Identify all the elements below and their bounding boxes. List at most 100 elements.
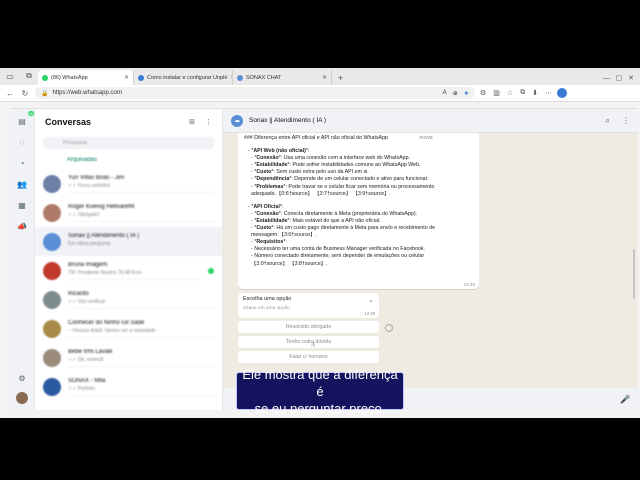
sidebar-header: Conversas ⊞ ⋮ — [35, 109, 222, 135]
collections-icon[interactable]: ⧉ — [520, 89, 525, 97]
url-field[interactable]: 🔒 https://web.whatsapp.com A ⊕ ★ — [35, 87, 475, 99]
options-subtitle: Clique em uma opção — [243, 306, 290, 311]
profile-avatar[interactable] — [557, 88, 568, 98]
message-time: 12:40 — [364, 311, 375, 316]
extensions-icon[interactable]: ⚙ — [480, 89, 486, 97]
message-time: 12:40 — [463, 281, 475, 287]
new-tab-button[interactable]: + — [332, 70, 349, 85]
option-outra-duvida-button[interactable]: Tenho outra dúvida — [238, 336, 379, 348]
options-list-message[interactable]: Escolha uma opção Clique em uma opção ⌄ … — [238, 293, 379, 318]
tab-label: SONAX CHAT — [246, 74, 282, 81]
close-tab-icon[interactable]: ✕ — [322, 74, 327, 81]
microphone-icon[interactable]: 🎤 — [620, 395, 630, 404]
chat-list-panel: Conversas ⊞ ⋮ Pesquisar Arquivadas Yuri … — [35, 109, 223, 410]
close-tab-icon[interactable]: ✕ — [124, 74, 129, 81]
status-icon[interactable]: ◌ — [16, 136, 28, 148]
chat-list-item[interactable]: Ricardo ✓✓ Vou verificar — [35, 285, 222, 314]
mouse-pointer-icon: ☝ — [311, 342, 316, 349]
tab-whatsapp[interactable]: (86) WhatsApp ✕ — [38, 70, 134, 85]
new-chat-icon[interactable]: ⊞ — [189, 118, 195, 126]
requirement-line: - Número conectado diretamente, sem depe… — [251, 253, 425, 260]
bullet-line: - *Custo*: Sem custo extra pelo uso da A… — [251, 169, 369, 176]
requisitos-heading: - *Requisitos*: — [251, 239, 287, 246]
chat-list-item[interactable]: Bebe Irmi Lavalli ✓✓ Ok, entendi — [35, 343, 222, 372]
tab-label: (86) WhatsApp — [51, 74, 88, 81]
avatar[interactable] — [16, 392, 28, 404]
chat-name: Sonax || Atendimento ( IA ) — [68, 232, 140, 239]
search-icon[interactable]: ⌕ — [606, 116, 610, 126]
archived-chats[interactable]: Arquivadas — [35, 151, 222, 169]
caption-line-1: Ele mostra que a diferença é — [242, 366, 398, 399]
media-icon[interactable]: ▦ — [16, 199, 28, 211]
chat-list-item[interactable]: Bruna Imagem TM: Pendente Nucleo 78:48 En… — [35, 256, 222, 285]
chats-icon[interactable]: ▤ 86 — [16, 111, 34, 127]
chevron-down-icon[interactable]: ⌄ — [368, 296, 374, 304]
downloads-icon[interactable]: ⬇ — [532, 89, 538, 97]
tab-label: Como instalar e configurar Unplé — [147, 74, 228, 81]
contact-name[interactable]: Sonax || Atendimento ( IA ) — [249, 117, 326, 124]
lock-icon: 🔒 — [41, 90, 49, 97]
search-input[interactable]: Pesquisar — [43, 137, 214, 149]
back-icon[interactable]: ← — [5, 89, 15, 98]
chat-preview: Em ótima pergunta — [68, 240, 111, 247]
sources-line: adequado.【0:6†source】 【3:7†source】 【3:9†… — [251, 190, 391, 197]
chat-list: Yuri Villas Boas - Jim ✓✓ Ficou certinho!… — [35, 169, 222, 401]
page-favicon-icon — [138, 74, 144, 81]
sidebar-toggle-icon[interactable]: ▭ — [3, 69, 17, 83]
settings-icon[interactable]: ⚙ — [16, 372, 28, 384]
unread-badge: 86 — [27, 111, 34, 116]
bullet-line: - *Estabilidade*: Pode sofrer instabilid… — [251, 162, 421, 169]
chat-preview: ✓✓ Ok, entendi — [68, 356, 104, 363]
tab-como-instalar[interactable]: Como instalar e configurar Unplé ✕ — [134, 70, 233, 85]
conversation-header: ☁ Sonax || Atendimento ( IA ) ⌕ ⋮ — [223, 109, 638, 133]
avatar — [43, 319, 61, 338]
option-resolvido-button[interactable]: Resolvido obrigado — [238, 321, 379, 333]
message-heading: ### Diferença entre API oficial e API nã… — [244, 135, 388, 141]
read-aloud-icon[interactable]: A — [443, 90, 447, 97]
reload-icon[interactable]: ↻ — [20, 89, 30, 98]
left-rail: ▤ 86 ◌ ◔ 👥 ▦ 📣 ⚙ — [10, 109, 35, 410]
tab-actions-icon[interactable]: ⧉ — [22, 69, 36, 83]
bullet-line: - *Problemas*: Pode travar se o celular … — [251, 183, 435, 190]
tab-bar: ▭ ⧉ (86) WhatsApp ✕ Como instalar e conf… — [0, 68, 640, 85]
message-bubble: ### Diferença entre API oficial e API nã… — [238, 133, 479, 289]
window-controls[interactable]: — ▢ ✕ — [597, 74, 640, 85]
toolbar-icons: ⚙ ▥ ☆ ⧉ ⬇ ⋯ — [480, 89, 552, 97]
bullet-line: - *Conexão*: Usa uma conexão com a inter… — [251, 155, 411, 162]
chat-preview: ✓✓ Perfeito — [68, 385, 95, 392]
requirement-line: - Necessário ter uma conta de Business M… — [251, 246, 426, 253]
tab-sonax-chat[interactable]: SONAX CHAT ✕ — [233, 70, 332, 85]
chat-name: Conhecer do Ninho Gil Sade — [68, 319, 145, 326]
menu-icon[interactable]: ⋮ — [622, 116, 630, 126]
chat-list-item[interactable]: Roger Koenig Hellvarelfit ✓✓ Obrigado! — [35, 198, 222, 227]
chat-list-item[interactable]: SONAX - Mila ✓✓ Perfeito — [35, 372, 222, 401]
scrollbar[interactable] — [633, 249, 635, 299]
avatar — [43, 348, 61, 367]
broadcast-icon[interactable]: 📣 — [16, 220, 28, 232]
favorites-icon[interactable]: ☆ — [507, 89, 513, 97]
option-humano-button[interactable]: Falar c/ humano — [238, 351, 379, 363]
chat-list-item[interactable]: Yuri Villas Boas - Jim ✓✓ Ficou certinho! — [35, 169, 222, 198]
sources-line: mensagem 【3:0†source】. — [251, 232, 317, 239]
avatar — [43, 377, 61, 396]
channels-icon[interactable]: ◔ — [16, 157, 28, 169]
avatar[interactable]: ☁ — [231, 114, 243, 127]
avatar — [43, 232, 61, 251]
menu-icon[interactable]: ⋮ — [205, 118, 212, 126]
unread-dot — [208, 267, 214, 274]
bullet-line: - *Estabilidade*: Mais estável do que a … — [251, 217, 381, 224]
split-screen-icon[interactable]: ▥ — [493, 89, 500, 97]
avatar — [43, 203, 61, 222]
avatar — [43, 290, 61, 309]
favorite-star-icon[interactable]: ★ — [464, 90, 469, 97]
zoom-icon[interactable]: ⊕ — [453, 90, 458, 97]
click-indicator-icon — [385, 324, 393, 332]
menu-icon[interactable]: ⋯ — [545, 89, 552, 97]
chat-list-item[interactable]: Conhecer do Ninho Gil Sade ~ Vinicius Ada… — [35, 314, 222, 343]
message-tag: FIOVE — [419, 135, 433, 140]
communities-icon[interactable]: 👥 — [16, 178, 28, 190]
chat-preview: TM: Pendente Nucleo 78:48 Envi — [68, 269, 142, 276]
chat-list-item[interactable]: Sonax || Atendimento ( IA ) Em ótima perg… — [35, 227, 222, 256]
options-title: Escolha uma opção — [243, 296, 292, 302]
video-caption: Ele mostra que a diferença é se eu pergu… — [236, 367, 404, 416]
